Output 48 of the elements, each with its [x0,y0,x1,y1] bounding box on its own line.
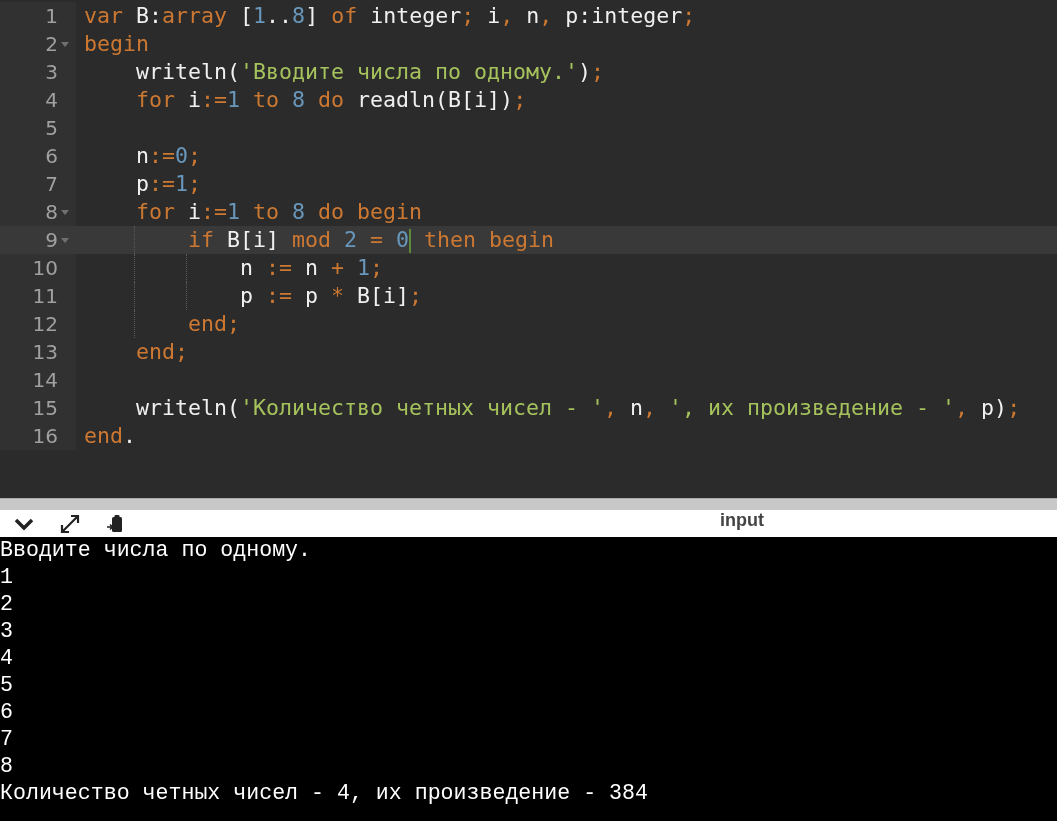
console-line: 7 [0,726,14,753]
fold-caret-icon[interactable] [61,209,69,215]
console-line: 8 [0,753,14,780]
line-number: 9 [45,228,58,252]
code-line: n := n + 1; [239,255,384,280]
code-line: n:=0; [135,143,202,168]
code-line: for i:=1 to 8 do readln(B[i]); [135,87,527,112]
code-line: end; [135,339,189,364]
line-number: 7 [45,172,58,196]
console-line: Вводите числа по одному. [0,537,312,564]
line-number: 16 [32,424,58,448]
code-line: var B:array [1..8] of integer; i, n, p:integer; [84,3,696,28]
line-number: 5 [45,116,58,140]
line-number: 3 [45,60,58,84]
console-line: 6 [0,699,14,726]
line-number: 1 [45,4,58,28]
code-line: for i:=1 to 8 do begin [135,199,423,224]
line-number: 14 [32,368,58,392]
fold-caret-icon[interactable] [61,237,69,243]
input-label: input [720,510,764,530]
line-number: 10 [32,256,58,280]
line-number: 8 [45,200,58,224]
expand-icon[interactable] [59,512,81,535]
code-line: p := p * B[i]; [239,283,423,308]
fold-caret-icon[interactable] [61,41,69,47]
code-editor[interactable] [0,0,1057,498]
console-line: Количество четных чисел - 4, их произведение - 384 [0,780,649,807]
code-line: end; [187,311,241,336]
code-line: writeln('Количество четных чисел - ', n, ', их произведение - ', p); [135,395,1021,420]
line-number: 15 [32,396,58,420]
console-line: 1 [0,564,14,591]
console-line: 3 [0,618,14,645]
code-line: writeln('Вводите числа по одному.'); [135,59,605,84]
line-number: 2 [45,32,58,56]
line-number: 11 [32,284,58,308]
code-line: p:=1; [135,171,202,196]
code-line: begin [84,31,149,56]
console-line: 2 [0,591,14,618]
line-number: 4 [45,88,58,112]
console-line: 5 [0,672,14,699]
console-line: 4 [0,645,14,672]
line-number: 12 [32,312,58,336]
line-number: 6 [45,144,58,168]
line-number: 13 [32,340,58,364]
code-line: end. [84,423,137,448]
clipboard-icon[interactable] [106,513,124,534]
code-line: if B[i] mod 2 = 0 then begin [187,227,555,252]
chevron-down-icon[interactable] [14,516,34,531]
